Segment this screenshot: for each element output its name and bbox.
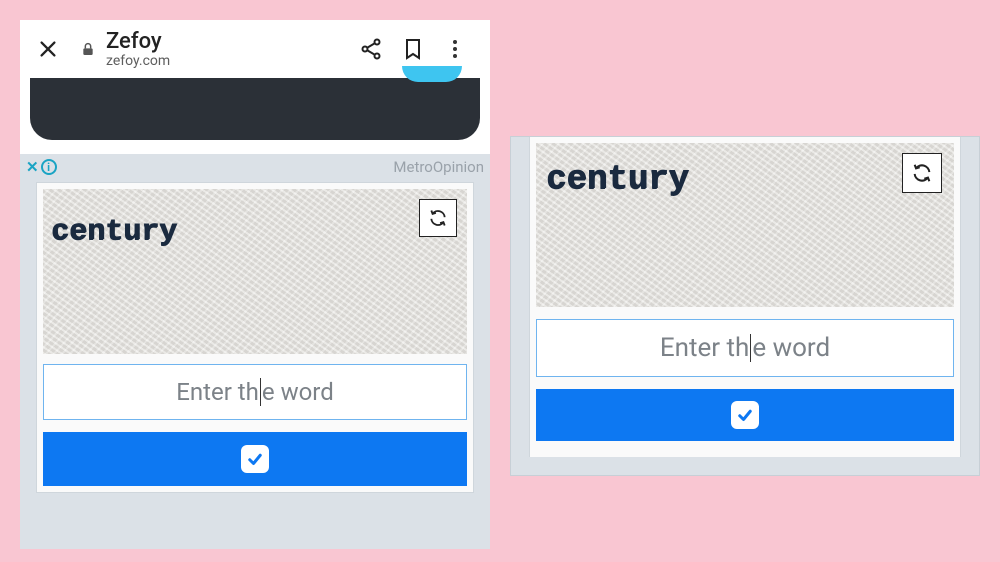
bookmark-icon[interactable] bbox=[392, 37, 434, 61]
share-icon[interactable] bbox=[350, 37, 392, 61]
zoom-screenshot: century Enter the word bbox=[510, 136, 980, 476]
page-body: ✕ i MetroOpinion century Enter the word bbox=[20, 154, 490, 549]
captcha-input[interactable]: Enter the word bbox=[43, 364, 467, 420]
ad-row: ✕ i MetroOpinion bbox=[20, 154, 490, 180]
phone-screenshot: Zefoy zefoy.com ✕ i MetroOpinion bbox=[20, 20, 490, 548]
pill-accent bbox=[402, 66, 462, 82]
ad-label[interactable]: MetroOpinion bbox=[393, 158, 484, 176]
refresh-icon bbox=[911, 162, 933, 184]
captcha-word-zoom: century bbox=[546, 161, 689, 199]
text-caret-zoom bbox=[750, 334, 751, 362]
captcha-card-zoom: century Enter the word bbox=[529, 137, 961, 457]
captcha-image-zoom: century bbox=[536, 143, 954, 307]
site-title: Zefoy bbox=[106, 30, 170, 53]
refresh-captcha-button[interactable] bbox=[419, 199, 457, 237]
text-caret bbox=[260, 378, 261, 406]
check-icon bbox=[241, 445, 269, 473]
submit-button-zoom[interactable] bbox=[536, 389, 954, 441]
captcha-placeholder-post-zoom: e word bbox=[752, 333, 830, 363]
refresh-icon bbox=[428, 208, 448, 228]
close-icon[interactable] bbox=[34, 35, 62, 63]
captcha-input-zoom[interactable]: Enter the word bbox=[536, 319, 954, 377]
check-icon bbox=[731, 401, 759, 429]
site-domain: zefoy.com bbox=[106, 54, 170, 69]
captcha-word: century bbox=[51, 215, 177, 249]
refresh-captcha-button-zoom[interactable] bbox=[902, 153, 942, 193]
page-header-dark bbox=[30, 78, 480, 140]
captcha-placeholder-post: e word bbox=[262, 378, 334, 406]
captcha-placeholder-pre: Enter th bbox=[176, 378, 259, 406]
kebab-menu-icon[interactable] bbox=[434, 40, 476, 58]
captcha-image: century bbox=[43, 189, 467, 354]
ad-info-icon[interactable]: i bbox=[41, 159, 57, 175]
lock-icon bbox=[80, 40, 96, 58]
ad-close-icon[interactable]: ✕ bbox=[26, 158, 39, 176]
submit-button[interactable] bbox=[43, 432, 467, 486]
site-info[interactable]: Zefoy zefoy.com bbox=[106, 30, 170, 69]
captcha-placeholder-pre-zoom: Enter th bbox=[660, 333, 750, 363]
captcha-card: century Enter the word bbox=[36, 182, 474, 493]
